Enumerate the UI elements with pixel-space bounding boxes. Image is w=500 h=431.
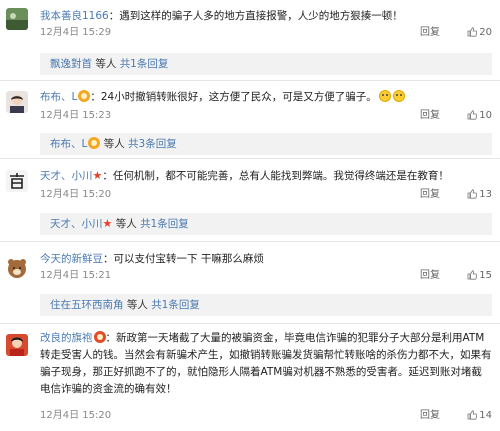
avatar[interactable] — [6, 91, 28, 113]
vip-badge-icon — [78, 90, 91, 102]
like-count: 14 — [479, 410, 492, 421]
like-button[interactable]: 14 — [467, 408, 492, 426]
sub-reply-username[interactable]: 飘逸對首 — [50, 58, 92, 70]
colon: ： — [103, 253, 114, 265]
sub-reply-bar[interactable]: 布布、L 等人 共3条回复 — [40, 133, 492, 155]
timestamp: 12月4日 15:29 — [40, 27, 112, 38]
sub-reply-etc: 等人 — [103, 138, 125, 150]
timestamp: 12月4日 15:20 — [40, 189, 112, 200]
like-count: 15 — [479, 270, 492, 281]
avatar[interactable] — [6, 170, 28, 192]
sub-reply-bar[interactable]: 飘逸對首 等人 共1条回复 — [40, 53, 492, 75]
sub-reply-bar[interactable]: 天才、小川★ 等人 共1条回复 — [40, 213, 492, 235]
comment-line: 布布、L ：24小时撤销转账很好，这方便了民众，可是又方便了骗子。 — [40, 89, 492, 105]
like-count: 13 — [479, 189, 492, 200]
comment-text: 任何机制，都不可能完善，总有人能找到弊端。我觉得终端还是在教育！ — [112, 170, 449, 182]
comment-line: 天才、小川★：任何机制，都不可能完善，总有人能找到弊端。我觉得终端还是在教育！ — [40, 168, 492, 184]
sub-reply-username[interactable]: 住在五环西南角 — [50, 299, 124, 311]
thumbs-up-icon — [467, 189, 478, 205]
star-icon: ★ — [92, 169, 103, 182]
username[interactable]: 改良的旗袍 — [40, 332, 93, 344]
like-button[interactable]: 20 — [467, 25, 492, 43]
divider — [0, 241, 500, 242]
avatar[interactable] — [6, 8, 28, 30]
username[interactable]: 我本善良1166 — [40, 10, 109, 22]
reply-button[interactable]: 回复 — [420, 108, 440, 124]
sub-reply-etc: 等人 — [95, 58, 117, 70]
sub-reply-count[interactable]: 共3条回复 — [128, 138, 177, 150]
colon: ： — [105, 332, 117, 344]
crying-emoji-icon — [392, 90, 405, 102]
thumbs-up-icon — [467, 110, 478, 126]
like-count: 20 — [479, 27, 492, 38]
comment-meta: 12月4日 15:20 回复 13 — [40, 187, 492, 203]
timestamp: 12月4日 15:20 — [40, 410, 112, 421]
colon: ： — [90, 91, 101, 103]
divider — [0, 80, 500, 81]
sub-reply-etc: 等人 — [126, 299, 148, 311]
comment-text: 24小时撤销转账很好，这方便了民众，可是又方便了骗子。 — [100, 91, 377, 103]
vip-badge-icon — [93, 331, 106, 343]
vip-badge-icon — [88, 137, 101, 149]
colon: ： — [102, 170, 113, 182]
username[interactable]: 今天的新鲜豆 — [40, 253, 103, 265]
reply-button[interactable]: 回复 — [420, 408, 440, 424]
comment-line: 我本善良1166：遇到这样的骗子人多的地方直接报警，人少的地方狠揍一顿！ — [40, 8, 492, 24]
sub-reply-count[interactable]: 共1条回复 — [140, 218, 189, 230]
timestamp: 12月4日 15:21 — [40, 270, 112, 281]
comment-text: 遇到这样的骗子人多的地方直接报警，人少的地方狠揍一顿！ — [119, 10, 403, 22]
comment-line: 今天的新鲜豆：可以支付宝转一下 干嘛那么麻烦 — [40, 251, 492, 267]
reply-button[interactable]: 回复 — [420, 25, 440, 41]
comment-meta: 12月4日 15:29 回复 20 — [40, 25, 492, 41]
sub-reply-username[interactable]: 布布、L — [50, 138, 87, 150]
username[interactable]: 布布、L — [40, 91, 77, 103]
reply-button[interactable]: 回复 — [420, 187, 440, 203]
sub-reply-count[interactable]: 共1条回复 — [120, 58, 169, 70]
like-count: 10 — [479, 110, 492, 121]
like-button[interactable]: 13 — [467, 187, 492, 205]
comment-meta: 12月4日 15:21 回复 15 — [40, 268, 492, 284]
sub-reply-etc: 等人 — [115, 218, 137, 230]
avatar[interactable] — [6, 334, 28, 356]
divider — [0, 158, 500, 159]
sub-reply-bar[interactable]: 住在五环西南角 等人 共1条回复 — [40, 294, 492, 316]
thumbs-up-icon — [467, 270, 478, 286]
sub-reply-username[interactable]: 天才、小川 — [50, 218, 103, 230]
comment-line: 改良的旗袍 ：新政第一天堵截了大量的被骗资金，毕竟电信诈骗的犯罪分子大部分是利用A… — [40, 330, 492, 398]
sub-reply-count[interactable]: 共1条回复 — [151, 299, 200, 311]
comment-meta: 12月4日 15:23 回复 10 — [40, 108, 492, 124]
username[interactable]: 天才、小川 — [40, 170, 93, 182]
timestamp: 12月4日 15:23 — [40, 110, 112, 121]
avatar[interactable] — [6, 257, 28, 279]
divider — [0, 323, 500, 324]
crying-emoji-icon — [378, 90, 391, 102]
comment-feed: 我本善良1166：遇到这样的骗子人多的地方直接报警，人少的地方狠揍一顿！ 12月… — [0, 0, 500, 431]
reply-button[interactable]: 回复 — [420, 268, 440, 284]
star-icon: ★ — [102, 217, 113, 230]
thumbs-up-icon — [467, 27, 478, 43]
like-button[interactable]: 15 — [467, 268, 492, 286]
thumbs-up-icon — [467, 410, 478, 426]
comment-text: 可以支付宝转一下 干嘛那么麻烦 — [113, 253, 264, 265]
colon: ： — [108, 10, 120, 22]
like-button[interactable]: 10 — [467, 108, 492, 126]
comment-meta: 12月4日 15:20 回复 14 — [40, 408, 492, 424]
